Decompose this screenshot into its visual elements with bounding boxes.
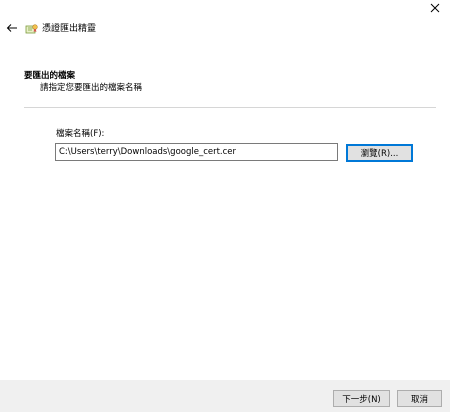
wizard-title: 憑證匯出精靈 (42, 24, 97, 34)
back-button[interactable] (4, 22, 20, 36)
close-icon (430, 3, 440, 16)
header-divider (24, 107, 436, 108)
cancel-button[interactable]: 取消 (397, 390, 442, 407)
back-arrow-icon (6, 23, 18, 36)
next-button[interactable]: 下一步(N) (333, 390, 390, 407)
section-title: 要匯出的檔案 (24, 71, 76, 81)
section-description: 請指定您要匯出的檔案名稱 (40, 83, 143, 93)
browse-button[interactable]: 瀏覽(R)... (346, 144, 413, 162)
file-name-label: 檔案名稱(F): (56, 129, 105, 139)
close-button[interactable] (420, 0, 450, 18)
file-name-input[interactable] (55, 143, 338, 161)
certificate-icon (25, 23, 39, 35)
